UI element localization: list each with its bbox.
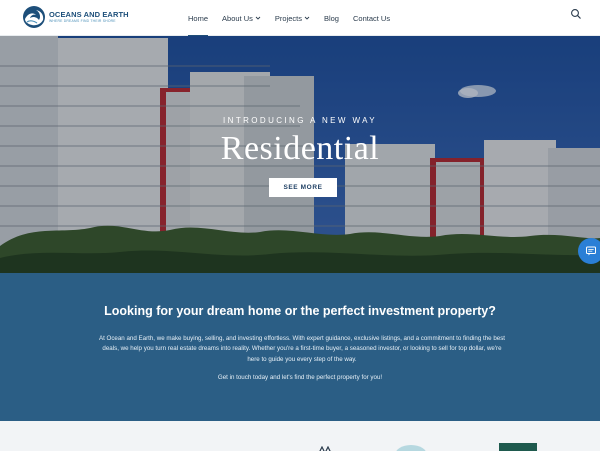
nav-about-us-label: About Us — [222, 13, 253, 23]
wave-logo-icon — [23, 6, 45, 28]
partner-logo-icon — [319, 446, 331, 451]
site-logo[interactable]: OCEANS AND EARTH WHERE DREAMS FIND THEIR… — [22, 4, 129, 30]
logo-text: OCEANS AND EARTH WHERE DREAMS FIND THEIR… — [49, 11, 129, 24]
chevron-down-icon — [255, 16, 261, 20]
search-icon[interactable] — [570, 8, 582, 20]
partners-strip — [0, 421, 600, 451]
hero-kicker: INTRODUCING A NEW WAY — [223, 116, 377, 125]
main-nav: Home About Us Projects Blog Contact Us — [188, 0, 404, 36]
logo-name: OCEANS AND EARTH — [49, 9, 129, 19]
hero-banner: INTRODUCING A NEW WAY Residential SEE MO… — [0, 36, 600, 273]
chat-button[interactable] — [578, 238, 600, 264]
nav-contact-us-label: Contact Us — [352, 13, 391, 23]
nav-about-us[interactable]: About Us — [222, 0, 261, 36]
nav-home[interactable]: Home — [188, 0, 209, 36]
nav-blog[interactable]: Blog — [324, 0, 339, 36]
logo-tagline: WHERE DREAMS FIND THEIR SHORE — [49, 19, 116, 24]
nav-projects[interactable]: Projects — [275, 0, 310, 36]
partner-logo-icon — [499, 443, 537, 451]
nav-home-label: Home — [188, 13, 209, 23]
intro-cta: Get in touch today and let's find the pe… — [217, 374, 383, 381]
hero-title: Residential — [220, 130, 380, 167]
nav-contact-us[interactable]: Contact Us — [353, 0, 390, 36]
chevron-down-icon — [304, 16, 310, 20]
nav-blog-label: Blog — [323, 13, 339, 23]
nav-projects-label: Projects — [274, 13, 302, 23]
intro-section: Looking for your dream home or the perfe… — [0, 273, 600, 421]
site-header: OCEANS AND EARTH WHERE DREAMS FIND THEIR… — [0, 0, 600, 36]
intro-heading: Looking for your dream home or the perfe… — [104, 304, 496, 318]
intro-body: At Ocean and Earth, we make buying, sell… — [98, 335, 506, 363]
chat-icon — [586, 246, 596, 256]
partner-logo-icon — [395, 445, 427, 451]
see-more-button[interactable]: SEE MORE — [269, 178, 337, 197]
